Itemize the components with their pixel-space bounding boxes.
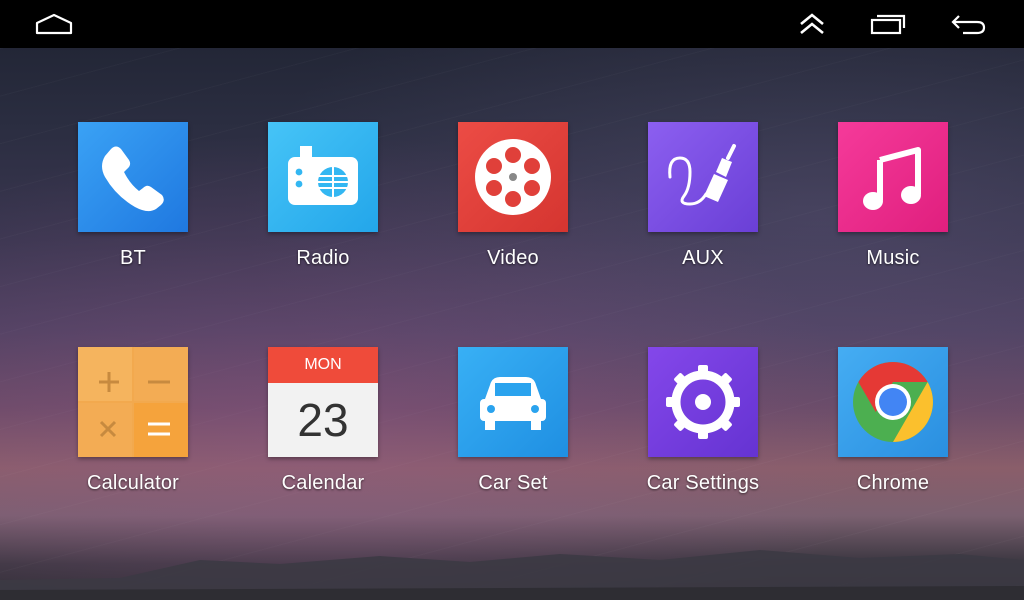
aux-cable-icon [668, 144, 736, 206]
app-radio[interactable]: Radio [248, 122, 398, 292]
phone-icon [102, 146, 164, 212]
app-label: Radio [296, 247, 350, 269]
app-label: Calendar [281, 472, 365, 494]
app-video[interactable]: Video [438, 122, 588, 292]
calendar-tile: MON 23 [268, 347, 378, 457]
app-car-set[interactable]: Car Set [438, 347, 588, 517]
gear-icon [666, 365, 740, 439]
app-label: Video [487, 247, 539, 269]
calculator-icon [78, 347, 188, 457]
chrome-icon [853, 362, 933, 442]
app-label: Chrome [856, 472, 930, 494]
app-calculator[interactable]: Calculator [58, 347, 208, 517]
app-car-settings[interactable]: Car Settings [628, 347, 778, 517]
chrome-tile [838, 347, 948, 457]
video-tile [458, 122, 568, 232]
music-note-icon [863, 147, 921, 210]
app-bt[interactable]: BT [58, 122, 208, 292]
app-label: AUX [682, 247, 724, 269]
calendar-month-header: MON [268, 347, 378, 383]
aux-tile [648, 122, 758, 232]
app-label: Car Settings [646, 472, 760, 494]
film-reel-icon [475, 139, 551, 215]
app-grid: BT Radio Video AUX Music Calculator MON … [0, 0, 1024, 600]
bt-tile [78, 122, 188, 232]
app-calendar[interactable]: MON 23 Calendar [248, 347, 398, 517]
app-music[interactable]: Music [818, 122, 968, 292]
calculator-tile [78, 347, 188, 457]
app-label: Music [866, 247, 920, 269]
car-icon [480, 377, 546, 430]
radio-tile [268, 122, 378, 232]
calendar-date: 23 [297, 394, 349, 446]
app-chrome[interactable]: Chrome [818, 347, 968, 517]
car-set-tile [458, 347, 568, 457]
music-tile [838, 122, 948, 232]
car-settings-tile [648, 347, 758, 457]
app-label: BT [120, 247, 146, 269]
app-label: Car Set [478, 472, 548, 494]
app-aux[interactable]: AUX [628, 122, 778, 292]
app-label: Calculator [86, 472, 180, 494]
radio-icon [288, 146, 358, 205]
